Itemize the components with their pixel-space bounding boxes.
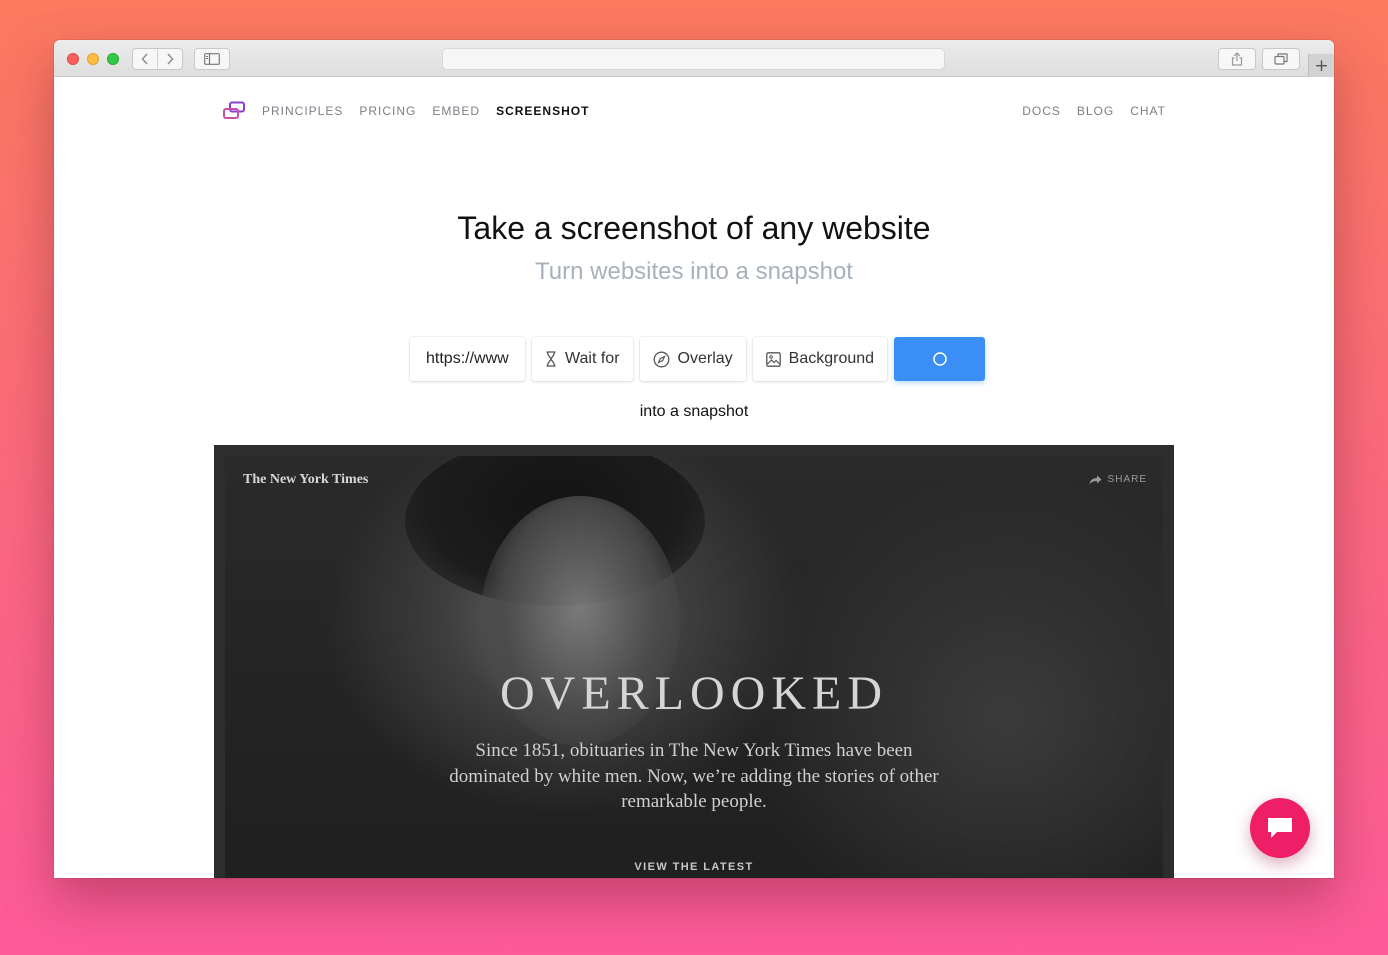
preview-share-label: SHARE [1107,474,1147,485]
overlay-label: Overlay [677,350,733,367]
chat-bubble-icon [1268,818,1292,838]
show-tabs-button[interactable] [1262,48,1300,70]
preview-headline: OVERLOOKED [500,667,888,720]
background-label: Background [788,350,875,367]
nav-docs-link[interactable]: DOCS [1022,104,1061,118]
nav-embed-link[interactable]: EMBED [432,104,480,118]
nav-blog-link[interactable]: BLOG [1077,104,1114,118]
page-content: PRINCIPLES PRICING EMBED SCREENSHOT DOCS… [54,78,1334,878]
page-title: Take a screenshot of any website [457,210,931,246]
nav-pricing-link[interactable]: PRICING [359,104,416,118]
new-tab-button[interactable]: + [1308,54,1334,77]
overlay-button[interactable]: Overlay [639,337,746,381]
forward-button[interactable] [157,49,182,69]
caption-text: into a snapshot [639,403,749,420]
compass-icon [653,351,669,367]
screenshot-controls: Wait for Overlay Background [410,337,986,381]
history-nav-group [132,48,183,70]
close-window-button[interactable] [67,53,79,65]
background-button[interactable]: Background [752,337,888,381]
site-nav-left: PRINCIPLES PRICING EMBED SCREENSHOT [222,101,605,121]
sidebar-icon [204,53,220,65]
nav-chat-link[interactable]: CHAT [1130,104,1166,118]
site-logo-icon[interactable] [222,101,246,121]
chat-widget-button[interactable] [1250,798,1310,858]
preview-cta: VIEW THE LATEST [634,861,754,873]
address-bar[interactable] [442,48,945,70]
zoom-window-button[interactable] [107,53,119,65]
preview-image: The New York Times SHARE OVERLOOKED Sinc… [225,456,1163,878]
page-subtitle: Turn websites into a snapshot [535,258,853,285]
share-arrow-icon [1089,475,1102,484]
sidebar-toggle-button[interactable] [194,48,230,70]
nav-principles-link[interactable]: PRINCIPLES [262,104,343,118]
wait-for-button[interactable]: Wait for [532,337,633,381]
preview-share-link: SHARE [1089,474,1147,485]
nyt-logo: The New York Times [243,472,369,487]
share-icon [1231,52,1243,66]
take-screenshot-button[interactable] [894,337,986,381]
minimize-window-button[interactable] [87,53,99,65]
share-button[interactable] [1218,48,1256,70]
loading-spinner-icon [932,352,947,366]
chevron-left-icon [141,53,148,65]
tabs-icon [1274,53,1288,65]
hourglass-icon [546,351,556,367]
screenshot-preview: The New York Times SHARE OVERLOOKED Sinc… [214,445,1174,878]
preview-blurb: Since 1851, obituaries in The New York T… [449,740,939,812]
image-icon [765,351,781,367]
wait-for-label: Wait for [565,350,620,367]
url-input[interactable] [410,350,525,368]
back-button[interactable] [133,49,157,69]
browser-window: + PRINCIPLES PRICING EMBED SCREENSHOT DO… [54,40,1334,878]
nav-screenshot-link[interactable]: SCREENSHOT [496,104,589,118]
chevron-right-icon [167,53,174,65]
browser-titlebar: + [54,40,1334,77]
url-field [410,337,525,381]
site-nav-right: DOCS BLOG CHAT [1006,101,1166,121]
